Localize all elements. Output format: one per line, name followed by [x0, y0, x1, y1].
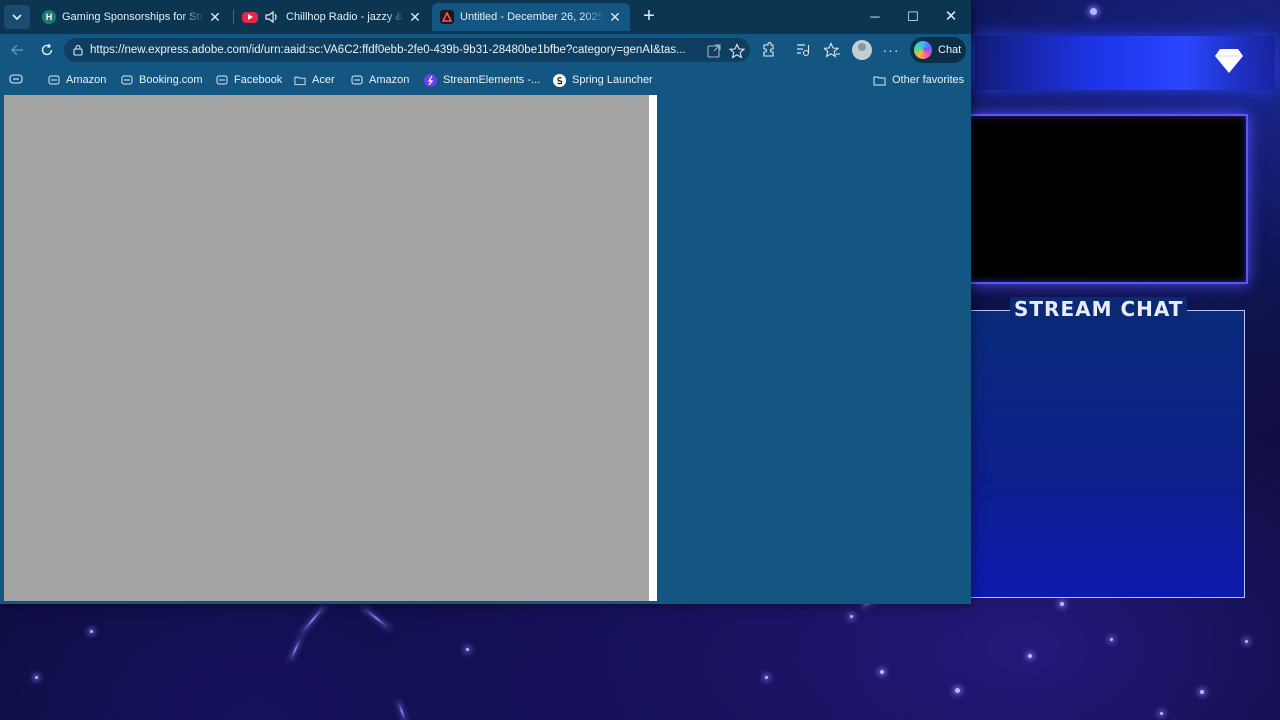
chat-label: Chat: [938, 44, 962, 56]
spring-icon: [553, 73, 566, 87]
youtube-icon: [242, 11, 258, 23]
more-menu-button[interactable]: ···: [880, 39, 902, 61]
favorites-bar: Amazon Booking.com Facebook Acer Amazon …: [0, 68, 971, 92]
light-streak: [289, 637, 302, 662]
tab-label: Gaming Sponsorships for Streamers: [62, 11, 204, 23]
refresh-icon: [41, 43, 53, 56]
extensions-icon[interactable]: [760, 42, 776, 58]
media-control-icon[interactable]: [794, 42, 810, 58]
particle: [90, 630, 93, 633]
particle: [1160, 712, 1163, 715]
back-button[interactable]: [6, 39, 28, 61]
webcam-frame: [968, 114, 1248, 284]
bookmark-icon: [48, 74, 60, 86]
favorite-facebook[interactable]: Facebook: [216, 72, 282, 88]
favorite-label: StreamElements -...: [443, 74, 541, 86]
maximize-button[interactable]: ☐: [901, 6, 925, 28]
tab-label: Chillhop Radio - jazzy & lofi hip hop be…: [286, 11, 404, 23]
close-icon[interactable]: ✕: [408, 9, 422, 26]
chevron-down-icon: [12, 14, 22, 21]
profile-avatar[interactable]: [852, 40, 872, 60]
hype-icon: H: [42, 10, 56, 24]
browser-toolbar: https://new.express.adobe.com/id/urn:aai…: [0, 34, 971, 66]
particle: [880, 670, 884, 674]
url-text[interactable]: https://new.express.adobe.com/id/urn:aai…: [90, 44, 698, 56]
stream-chat-title: STREAM CHAT: [1010, 297, 1188, 321]
favorite-spring-launcher[interactable]: Spring Launcher: [553, 72, 653, 88]
other-favorites-folder[interactable]: Other favorites: [872, 72, 964, 88]
minimize-button[interactable]: ─: [863, 6, 887, 28]
particle: [1200, 690, 1204, 694]
light-streak: [397, 700, 407, 720]
tab-strip: H Gaming Sponsorships for Streamers ✕ Ch…: [0, 0, 971, 34]
folder-icon: [294, 74, 306, 86]
bookmark-icon: [216, 74, 228, 86]
particle: [765, 676, 768, 679]
refresh-button[interactable]: [36, 39, 58, 61]
favorite-label: Amazon: [369, 74, 410, 86]
particle: [1245, 640, 1248, 643]
favorite-label: Amazon: [66, 74, 107, 86]
particle: [35, 676, 38, 679]
favorite-amazon[interactable]: Amazon: [48, 72, 106, 88]
page-content-area[interactable]: [4, 95, 649, 601]
close-window-button[interactable]: ✕: [939, 6, 963, 28]
favorite-amazon-2[interactable]: Amazon: [351, 72, 409, 88]
speaker-icon[interactable]: [264, 10, 280, 24]
tab-gaming-sponsorships[interactable]: H Gaming Sponsorships for Streamers ✕: [34, 3, 230, 31]
particle: [850, 615, 853, 618]
particle: [466, 648, 469, 651]
copilot-chat-button[interactable]: Chat: [910, 37, 966, 63]
close-icon[interactable]: ✕: [208, 9, 222, 26]
favorite-label: Facebook: [234, 74, 283, 86]
tab-label: Untitled - December 26, 2025 at 2: [460, 11, 604, 23]
star-icon[interactable]: [729, 43, 745, 59]
browser-window: H Gaming Sponsorships for Streamers ✕ Ch…: [0, 0, 971, 604]
particle: [1028, 654, 1032, 658]
open-in-app-icon[interactable]: [706, 43, 722, 59]
particle: [1110, 638, 1113, 641]
other-favorites-label: Other favorites: [892, 74, 965, 86]
bookmark-icon: [351, 74, 363, 86]
favorite-label: Booking.com: [139, 74, 203, 86]
tab-actions-button[interactable]: [4, 5, 30, 29]
light-streak: [361, 606, 391, 630]
light-streak: [299, 603, 327, 636]
favorite-booking[interactable]: Booking.com: [121, 72, 203, 88]
favorite-label: Spring Launcher: [572, 74, 653, 86]
favorites-icon[interactable]: [824, 42, 840, 58]
particle: [955, 688, 960, 693]
particle: [1090, 8, 1097, 15]
new-tab-button[interactable]: +: [638, 6, 660, 28]
favorite-label: Acer: [312, 74, 335, 86]
stream-chat-panel: [968, 310, 1245, 598]
bookmark-icon: [121, 74, 133, 86]
copilot-icon: [914, 41, 932, 59]
adobe-express-icon: [440, 10, 454, 24]
collections-icon[interactable]: [9, 72, 23, 86]
address-bar[interactable]: https://new.express.adobe.com/id/urn:aai…: [64, 38, 750, 62]
lock-icon[interactable]: [72, 44, 84, 56]
tab-adobe-express-untitled[interactable]: Untitled - December 26, 2025 at 2 ✕: [432, 3, 630, 31]
page-content-divider: [649, 95, 657, 601]
diamond-icon: [1215, 49, 1243, 73]
close-icon[interactable]: ✕: [608, 9, 622, 26]
tab-chillhop-radio[interactable]: Chillhop Radio - jazzy & lofi hip hop be…: [234, 3, 430, 31]
particle: [1060, 602, 1064, 606]
favorite-streamelements[interactable]: StreamElements -...: [424, 72, 540, 88]
ellipsis-icon: ···: [882, 42, 900, 58]
arrow-left-icon: [11, 44, 23, 56]
streamelements-icon: [424, 73, 437, 87]
folder-icon: [872, 74, 886, 86]
favorite-folder-acer[interactable]: Acer: [294, 72, 335, 88]
